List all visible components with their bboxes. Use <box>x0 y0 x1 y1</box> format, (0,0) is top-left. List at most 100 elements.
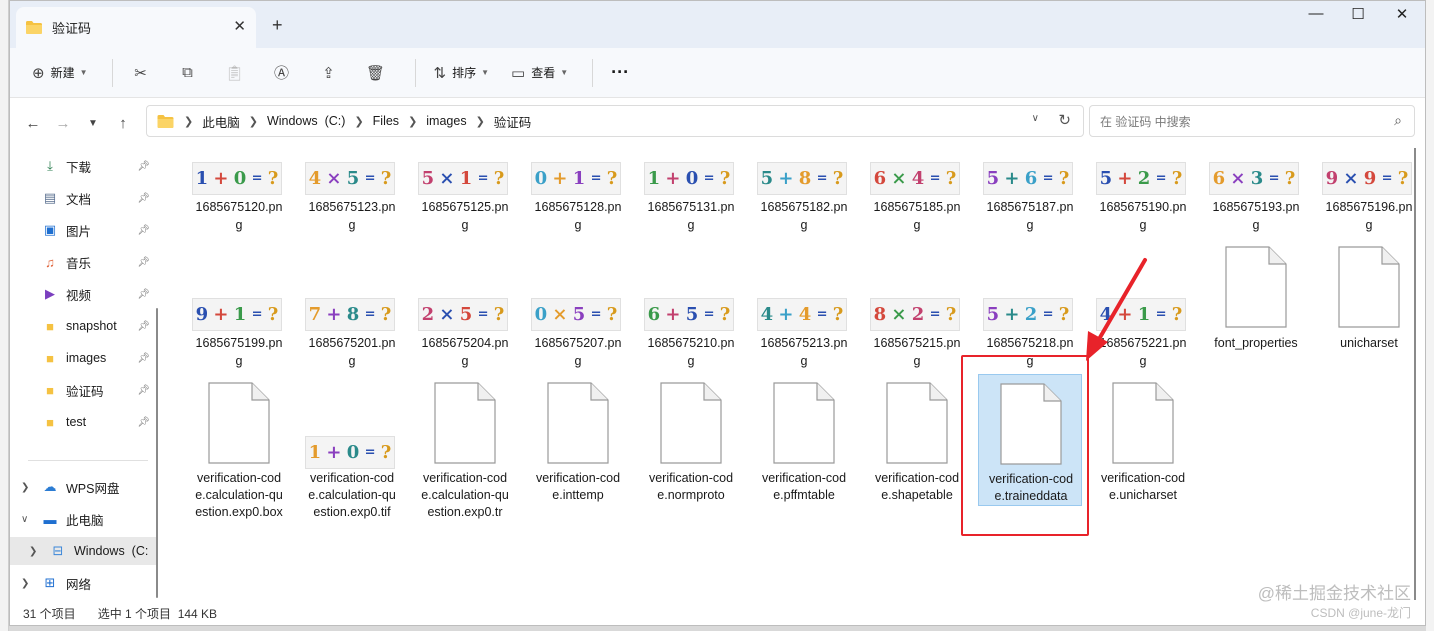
captcha-char: ? <box>719 304 731 325</box>
refresh-icon[interactable]: ↻ <box>1058 111 1071 129</box>
sidebar-item-this-pc[interactable]: ∨ ▬ 此电脑 <box>10 505 158 533</box>
breadcrumb-files[interactable]: Files <box>373 114 399 128</box>
up-button[interactable]: ↑ <box>108 115 138 132</box>
search-box[interactable]: 在 验证码 中搜索 ⌕ <box>1089 105 1415 137</box>
sidebar-item-pictures[interactable]: ▣ 图片 📌︎ <box>10 216 158 244</box>
navigation-pane: ⤓ 下载 📌︎ ▤ 文档 📌︎ ▣ 图片 📌︎ ♫ 音乐 📌︎ ▶ 视频 📌︎ … <box>10 148 158 600</box>
forward-button[interactable]: → <box>48 115 78 132</box>
sidebar-item-label: 文档 <box>66 192 92 207</box>
sidebar-item-label: 验证码 <box>66 384 104 399</box>
captcha-char: = <box>251 307 263 322</box>
address-bar[interactable]: ❯ 此电脑 ❯ Windows (C:) ❯ Files ❯ images ❯ … <box>146 105 1084 137</box>
breadcrumb-images[interactable]: images <box>426 114 466 128</box>
captcha-thumbnail: 1 +0 =? <box>644 162 734 195</box>
sidebar-item-images[interactable]: ■ images 📌︎ <box>10 344 158 372</box>
captcha-char: 3 <box>1250 168 1264 189</box>
file-name: e.inttemp <box>552 488 604 502</box>
file-item[interactable]: verification-cod e.calculation-qu estion.e… <box>187 374 291 519</box>
breadcrumb-captcha[interactable]: 验证码 <box>494 112 532 131</box>
network-icon: ⊞ <box>44 575 56 590</box>
chevron-down-icon[interactable]: ∨ <box>21 514 28 525</box>
file-item[interactable]: verification-cod e.pffmtable <box>752 374 856 506</box>
pin-icon[interactable]: 📌︎ <box>137 385 150 396</box>
sidebar-item-windows-c[interactable]: ❯ ⊟ Windows (C: <box>10 537 158 565</box>
sort-button[interactable]: ⇅ 排序 ▼ <box>426 57 498 89</box>
rename-button[interactable]: Ⓐ <box>264 57 300 89</box>
captcha-char: 1 <box>308 442 322 463</box>
file-item[interactable]: 1 +0 =? verification-cod e.calculation-qu est… <box>300 374 404 519</box>
file-name: g <box>800 354 808 368</box>
minimize-button[interactable]: — <box>1296 5 1336 22</box>
pin-icon[interactable]: 📌︎ <box>137 193 150 204</box>
file-name: g <box>913 218 921 232</box>
sidebar-item-music[interactable]: ♫ 音乐 📌︎ <box>10 248 158 276</box>
file-item[interactable]: font_properties <box>1204 246 1308 416</box>
captcha-char: 1 <box>1137 304 1151 325</box>
file-name: estion.exp0.box <box>195 505 283 519</box>
file-item[interactable]: 5 +6 =? 1685675187.pn g <box>978 148 1082 280</box>
sidebar-item-documents[interactable]: ▤ 文档 📌︎ <box>10 184 158 212</box>
delete-button[interactable]: 🗑︎ <box>358 57 394 89</box>
file-item[interactable]: verification-cod e.normproto <box>639 374 743 506</box>
breadcrumb-this-pc[interactable]: 此电脑 <box>202 112 240 131</box>
chevron-right-icon[interactable]: ❯ <box>29 546 37 557</box>
file-item[interactable]: 0 +1 =? 1685675128.pn g <box>526 148 630 280</box>
view-button[interactable]: ▭ 查看 ▼ <box>503 57 576 89</box>
file-item[interactable]: 5 × 1 =? 1685675125.pn g <box>413 148 517 280</box>
copy-button[interactable]: ⧉ <box>170 57 206 89</box>
breadcrumb-windows-c[interactable]: Windows (C:) <box>267 114 345 128</box>
file-item[interactable]: verification-cod e.unicharset <box>1091 374 1195 506</box>
captcha-char: 6 <box>1212 168 1226 189</box>
sidebar-item-snapshot[interactable]: ■ snapshot 📌︎ <box>10 312 158 340</box>
chevron-right-icon[interactable]: ❯ <box>21 482 29 493</box>
sidebar-item-network[interactable]: ❯ ⊞ 网络 <box>10 569 158 597</box>
file-name: 1685675187.pn <box>986 200 1074 214</box>
captcha-char: 5 <box>685 304 699 325</box>
pin-icon[interactable]: 📌︎ <box>137 225 150 236</box>
paste-button[interactable]: 📋︎ <box>217 57 253 89</box>
pin-icon[interactable]: 📌︎ <box>137 417 150 428</box>
address-dropdown-icon[interactable]: ∨ <box>1032 113 1039 124</box>
new-button[interactable]: ⊕ 新建 ▼ <box>24 57 96 89</box>
more-button[interactable]: ··· <box>603 57 637 89</box>
maximize-button[interactable]: ☐ <box>1338 5 1378 23</box>
file-item[interactable]: 1 +0 =? 1685675131.pn g <box>639 148 743 280</box>
file-item[interactable]: unicharset <box>1317 246 1421 416</box>
pin-icon[interactable]: 📌︎ <box>137 289 150 300</box>
captcha-char: + <box>326 442 342 463</box>
file-item[interactable]: 4 × 5 =? 1685675123.pn g <box>300 148 404 280</box>
file-item[interactable]: 1 +0 =? 1685675120.pn g <box>187 148 291 280</box>
sidebar-item-downloads[interactable]: ⤓ 下载 📌︎ <box>10 152 158 180</box>
content-scrollbar[interactable] <box>1414 148 1416 618</box>
tab-title: 验证码 <box>52 21 92 36</box>
sidebar-item-captcha[interactable]: ■ 验证码 📌︎ <box>10 376 158 404</box>
file-item[interactable]: verification-cod e.calculation-qu estion.e… <box>413 374 517 519</box>
file-item[interactable]: verification-cod e.inttemp <box>526 374 630 506</box>
close-button[interactable]: ✕ <box>1382 5 1422 23</box>
cut-button[interactable]: ✂ <box>123 57 159 89</box>
new-tab-button[interactable]: + <box>272 15 283 36</box>
file-item[interactable]: verification-cod e.shapetable <box>865 374 969 506</box>
captcha-char: + <box>1117 304 1133 325</box>
blank-file-icon <box>886 382 948 464</box>
sidebar-item-wps-cloud[interactable]: ❯ ☁ WPS网盘 <box>10 473 158 501</box>
file-item[interactable]: 5 +2 =? 1685675190.pn g <box>1091 148 1195 280</box>
chevron-right-icon[interactable]: ❯ <box>21 578 29 589</box>
sidebar-scrollbar[interactable] <box>156 308 158 598</box>
pin-icon[interactable]: 📌︎ <box>137 321 150 332</box>
file-name: e.pffmtable <box>773 488 835 502</box>
tab-close-icon[interactable]: ✕ <box>233 17 246 35</box>
back-button[interactable]: ← <box>18 115 48 132</box>
file-item[interactable]: 5 +8 =? 1685675182.pn g <box>752 148 856 280</box>
blank-file-icon <box>773 382 835 464</box>
item-count: 31 个项目 <box>23 607 76 621</box>
sidebar-item-videos[interactable]: ▶ 视频 📌︎ <box>10 280 158 308</box>
tab-current[interactable]: 验证码 ✕ <box>16 7 256 48</box>
pin-icon[interactable]: 📌︎ <box>137 353 150 364</box>
file-item[interactable]: 6 × 4 =? 1685675185.pn g <box>865 148 969 280</box>
pin-icon[interactable]: 📌︎ <box>137 257 150 268</box>
pin-icon[interactable]: 📌︎ <box>137 161 150 172</box>
share-button[interactable]: ⇪ <box>311 57 347 89</box>
recent-locations-button[interactable]: ▼ <box>78 118 108 129</box>
sidebar-item-test[interactable]: ■ test 📌︎ <box>10 408 158 436</box>
